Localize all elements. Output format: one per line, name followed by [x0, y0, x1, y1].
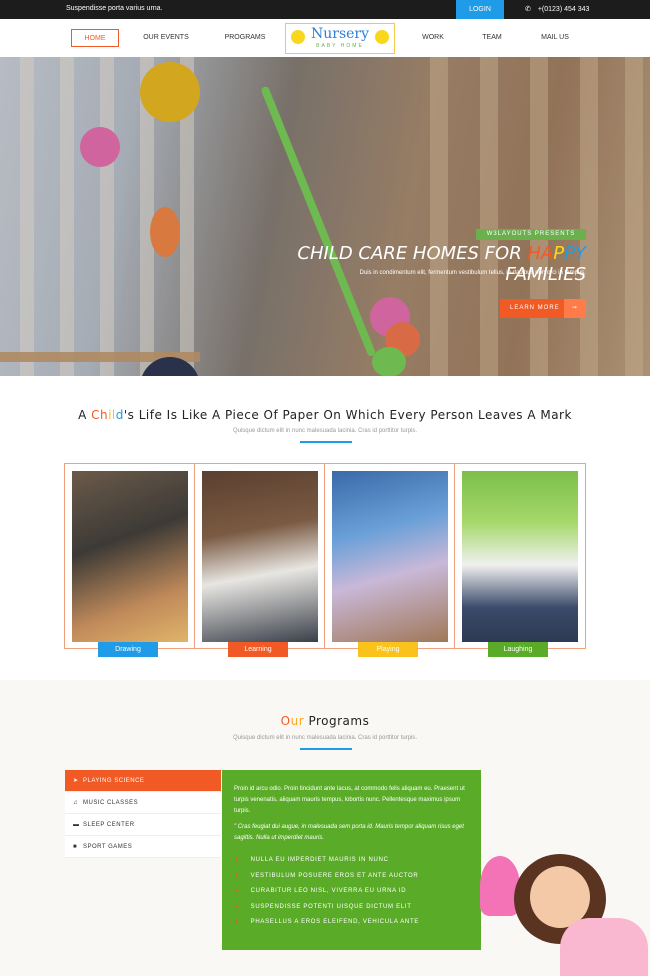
list-item: ► VESTIBULUM POSUERE EROS ET ANTE AUCTOR: [234, 872, 419, 879]
programs-title: Our Programs: [280, 714, 370, 728]
bullet-icon: ►: [234, 919, 241, 925]
birthday-girl-image: [470, 846, 650, 976]
tab-sport-games[interactable]: ■ SPORT GAMES: [65, 836, 221, 858]
program-description: Proin id arcu odio. Proin tincidunt ante…: [234, 786, 465, 814]
learn-more-button[interactable]: LEARN MORE ➞: [500, 299, 586, 318]
duck-icon: [291, 30, 305, 44]
top-bar: Suspendisse porta varius urna. LOGIN ✆ +…: [0, 0, 650, 19]
bed-icon: ▬: [73, 822, 80, 828]
rocket-icon: ➤: [73, 778, 79, 784]
list-item: ► SUSPENDISSE POTENTI UISQUE DICTUM ELIT: [234, 903, 412, 910]
duck-icon: [375, 30, 389, 44]
program-tabs: ➤ PLAYING SCIENCE ♫ MUSIC CLASSES ▬ SLEEP C…: [65, 770, 221, 858]
list-item: ► CURABITUR LEO NISL, VIVERRA EU URNA ID: [234, 888, 407, 894]
nav-team[interactable]: TEAM: [475, 29, 509, 47]
programs-subtitle: Quisque dictum elit in nunc malesuada la…: [232, 735, 418, 741]
arrow-right-icon: ➞: [564, 299, 586, 318]
gallery-card-drawing[interactable]: Drawing: [65, 464, 195, 657]
nav-our-events[interactable]: OUR EVENTS: [139, 29, 193, 47]
divider: [300, 748, 352, 750]
top-tagline: Suspendisse porta varius urna.: [66, 5, 163, 12]
hero-banner: W3LAYOUTS PRESENTS CHILD CARE HOMES FOR …: [0, 57, 650, 376]
list-item: ► PHASELLUS A EROS ELEIFEND, VEHICULA ANT…: [234, 919, 420, 925]
bullet-icon: ►: [234, 903, 241, 910]
activity-gallery: Drawing Learning Playing Laughing: [64, 463, 586, 657]
program-panel: Proin id arcu odio. Proin tincidunt ante…: [222, 770, 481, 950]
music-icon: ♫: [73, 800, 78, 806]
nav-home[interactable]: HOME: [71, 29, 119, 47]
hero-subtitle: Duis in condimentum elit, fermentum vest…: [359, 270, 586, 276]
nav-programs[interactable]: PROGRAMS: [220, 29, 270, 47]
hero-title: CHILD CARE HOMES FOR HAPPY FAMILIES: [297, 243, 586, 285]
learning-photo: [202, 471, 318, 642]
laughing-photo: [462, 471, 578, 642]
tab-playing-science[interactable]: ➤ PLAYING SCIENCE: [65, 770, 221, 792]
gallery-caption: Laughing: [488, 642, 548, 657]
nav-mail-us[interactable]: MAIL US: [534, 29, 576, 47]
list-item: ► NULLA EU IMPERDIET MAURIS IN NUNC: [234, 857, 389, 863]
site-logo[interactable]: Nursery BABY HOME: [285, 23, 395, 54]
logo-subtitle: BABY HOME: [316, 43, 364, 49]
phone-number: +(0123) 454 343: [537, 6, 590, 13]
gallery-card-playing[interactable]: Playing: [325, 464, 455, 657]
drawing-photo: [72, 471, 188, 642]
gallery-caption: Drawing: [98, 642, 158, 657]
gallery-card-laughing[interactable]: Laughing: [455, 464, 585, 657]
bullet-icon: ►: [234, 888, 241, 894]
gamepad-icon: ■: [73, 844, 78, 850]
login-button[interactable]: LOGIN: [456, 0, 504, 19]
nav-work[interactable]: WORK: [415, 29, 451, 47]
intro-title: A Child's Life Is Like A Piece Of Paper …: [78, 408, 572, 422]
tab-sleep-center[interactable]: ▬ SLEEP CENTER: [65, 814, 221, 836]
intro-subtitle: Quisque dictum elit in nunc malesuada la…: [232, 428, 418, 434]
tab-music-classes[interactable]: ♫ MUSIC CLASSES: [65, 792, 221, 814]
phone-icon: ✆: [525, 6, 531, 13]
playing-photo: [332, 471, 448, 642]
gallery-caption: Playing: [358, 642, 418, 657]
phone-contact[interactable]: ✆ +(0123) 454 343: [525, 5, 589, 13]
program-list: ► NULLA EU IMPERDIET MAURIS IN NUNC ► VEST…: [234, 853, 469, 931]
divider: [300, 441, 352, 443]
bullet-icon: ►: [234, 857, 241, 863]
program-quote: " Cras feugiat dui augue, in malesuada s…: [234, 824, 464, 841]
gallery-caption: Learning: [228, 642, 288, 657]
hero-presents: W3LAYOUTS PRESENTS: [476, 229, 586, 240]
bullet-icon: ►: [234, 872, 241, 879]
gallery-card-learning[interactable]: Learning: [195, 464, 325, 657]
